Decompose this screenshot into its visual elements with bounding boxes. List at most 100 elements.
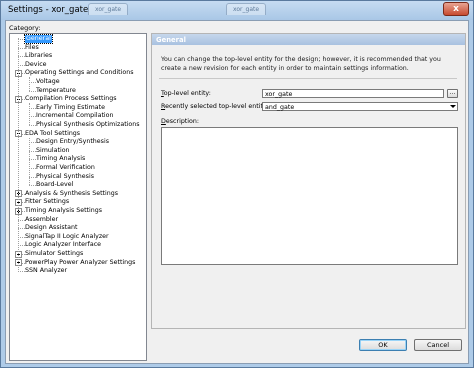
tree-connector	[29, 107, 36, 109]
top-level-entity-input[interactable]: xor_gate	[262, 89, 444, 98]
tree-item-label: Incremental Compilation	[36, 112, 114, 120]
tree-item-label: Files	[25, 43, 39, 51]
ok-button[interactable]: OK	[359, 339, 407, 351]
tree-item[interactable]: Logic Analyzer Interface	[10, 241, 146, 250]
tree-item[interactable]: Operating Settings and Conditions	[10, 69, 146, 78]
tree-item[interactable]: SignalTap II Logic Analyzer	[10, 232, 146, 242]
tree-connector	[29, 116, 36, 118]
tree-connector	[18, 47, 25, 49]
tree-item[interactable]: Simulation	[10, 146, 146, 156]
tree-item[interactable]: Compilation Process Settings	[10, 95, 146, 104]
tree-item-label: EDA Tool Settings	[25, 129, 81, 137]
tree-item-label: Fitter Settings	[25, 198, 70, 206]
tree-item-label: Early Timing Estimate	[36, 103, 105, 111]
label-rest: op-level entity:	[163, 90, 211, 97]
tree-connector	[29, 82, 36, 83]
tree-connector	[18, 271, 25, 273]
tree-item-label: Voltage	[36, 78, 60, 85]
tree-item[interactable]: Early Timing Estimate	[10, 103, 146, 113]
tree-item-label: Simulation	[36, 146, 70, 154]
tree-connector	[18, 228, 25, 230]
tree-item-label: Physical Synthesis Optimizations	[36, 121, 140, 128]
title-bar[interactable]: Settings - xor_gate xor_gate xor_gate x	[1, 1, 473, 20]
tree-item[interactable]: Physical Synthesis Optimizations	[10, 121, 146, 130]
tree-connector	[29, 90, 36, 92]
description-label: Description:	[161, 118, 199, 125]
tree-item[interactable]: Device	[10, 60, 146, 70]
tree-connector	[18, 219, 25, 221]
tree-connector	[29, 142, 36, 144]
tree-item[interactable]: Voltage	[10, 78, 146, 87]
tree-item[interactable]: Physical Synthesis	[10, 172, 146, 182]
tree-item[interactable]: Temperature	[10, 86, 146, 96]
top-level-entity-label: Top-level entity:	[161, 90, 211, 97]
description-textarea[interactable]	[161, 127, 458, 265]
tree-connector	[18, 245, 25, 247]
tree-connector	[29, 185, 36, 187]
tree-connector	[29, 125, 36, 126]
tree-connector	[29, 159, 36, 161]
label-rest: escription:	[165, 118, 199, 125]
tree-item[interactable]: Analysis & Synthesis Settings	[10, 189, 146, 199]
divider	[159, 78, 457, 79]
settings-panel: General You can change the top-level ent…	[151, 33, 466, 329]
tree-item-label: Timing Analysis Settings	[25, 207, 103, 214]
recent-entities-label: Recently selected top-level entities:	[161, 103, 274, 110]
tree-item-label: Board-Level	[36, 181, 74, 189]
tree-item[interactable]: Formal Verification	[10, 164, 146, 173]
tree-item-label: PowerPlay Power Analyzer Settings	[25, 258, 136, 266]
browse-button[interactable]: ...	[447, 89, 458, 98]
tree-item[interactable]: Fitter Settings	[10, 198, 146, 207]
tree-item-label: Design Entry/Synthesis	[36, 138, 109, 146]
chevron-down-icon[interactable]	[448, 103, 457, 110]
tree-connector	[18, 39, 25, 40]
category-tree[interactable]: General Files Libraries Device Operating Set…	[9, 33, 147, 361]
tree-item[interactable]: PowerPlay Power Analyzer Settings	[10, 258, 146, 268]
tree-item[interactable]: Incremental Compilation	[10, 112, 146, 121]
tree-item-label: Design Assistant	[25, 224, 78, 232]
tree-item[interactable]: Assembler	[10, 216, 146, 225]
tree-branch	[29, 137, 30, 186]
tree-item-label: Logic Analyzer Interface	[25, 241, 102, 249]
background-tab: xor_gate	[226, 3, 267, 15]
tree-item-label: Temperature	[36, 86, 76, 94]
tree-item-label: Operating Settings and Conditions	[25, 69, 134, 77]
tree-item[interactable]: SSN Analyzer	[10, 267, 146, 276]
tree-item[interactable]: Design Assistant	[10, 224, 146, 233]
tree-connector	[18, 64, 25, 66]
tree-item-label: Physical Synthesis	[36, 172, 94, 180]
tree-connector	[29, 150, 36, 152]
tree-item[interactable]: Libraries	[10, 52, 146, 61]
recent-entities-select[interactable]: and_gate	[262, 102, 458, 111]
tree-connector	[29, 176, 36, 178]
background-tab: xor_gate	[88, 3, 129, 15]
tree-item[interactable]: EDA Tool Settings	[10, 129, 146, 139]
tree-item-label: SignalTap II Logic Analyzer	[25, 232, 109, 240]
tree-item-label: SSN Analyzer	[25, 267, 68, 275]
label-rest: ecently selected top-level entities:	[165, 103, 274, 110]
tree-item[interactable]: Files	[10, 43, 146, 53]
info-text: You can change the top-level entity for …	[161, 56, 441, 72]
tree-connector	[18, 236, 25, 238]
tree-item[interactable]: Timing Analysis	[10, 155, 146, 164]
cancel-button[interactable]: Cancel	[414, 339, 462, 351]
close-icon: x	[453, 4, 459, 14]
tree-item-label: Libraries	[25, 52, 53, 60]
tree-connector	[18, 56, 25, 58]
recent-entities-value: and_gate	[265, 104, 295, 111]
tree-item[interactable]: Design Entry/Synthesis	[10, 138, 146, 147]
tree-item-label: Analysis & Synthesis Settings	[25, 189, 119, 197]
tree-item[interactable]: Timing Analysis Settings	[10, 207, 146, 216]
tree-item-label: Simulator Settings	[25, 250, 84, 257]
tree-branch	[29, 77, 30, 91]
tree-item[interactable]: Simulator Settings	[10, 250, 146, 259]
close-button[interactable]: x	[443, 2, 469, 16]
window-title: Settings - xor_gate	[8, 5, 89, 15]
settings-dialog: Settings - xor_gate xor_gate xor_gate x …	[0, 0, 474, 368]
tree-item[interactable]: General	[10, 34, 146, 44]
tree-item-label: Compilation Process Settings	[25, 95, 117, 103]
category-label: Category:	[9, 24, 41, 32]
tree-item[interactable]: Board-Level	[10, 181, 146, 190]
tree-branch	[29, 103, 30, 125]
tree-item-label: Device	[25, 60, 47, 68]
